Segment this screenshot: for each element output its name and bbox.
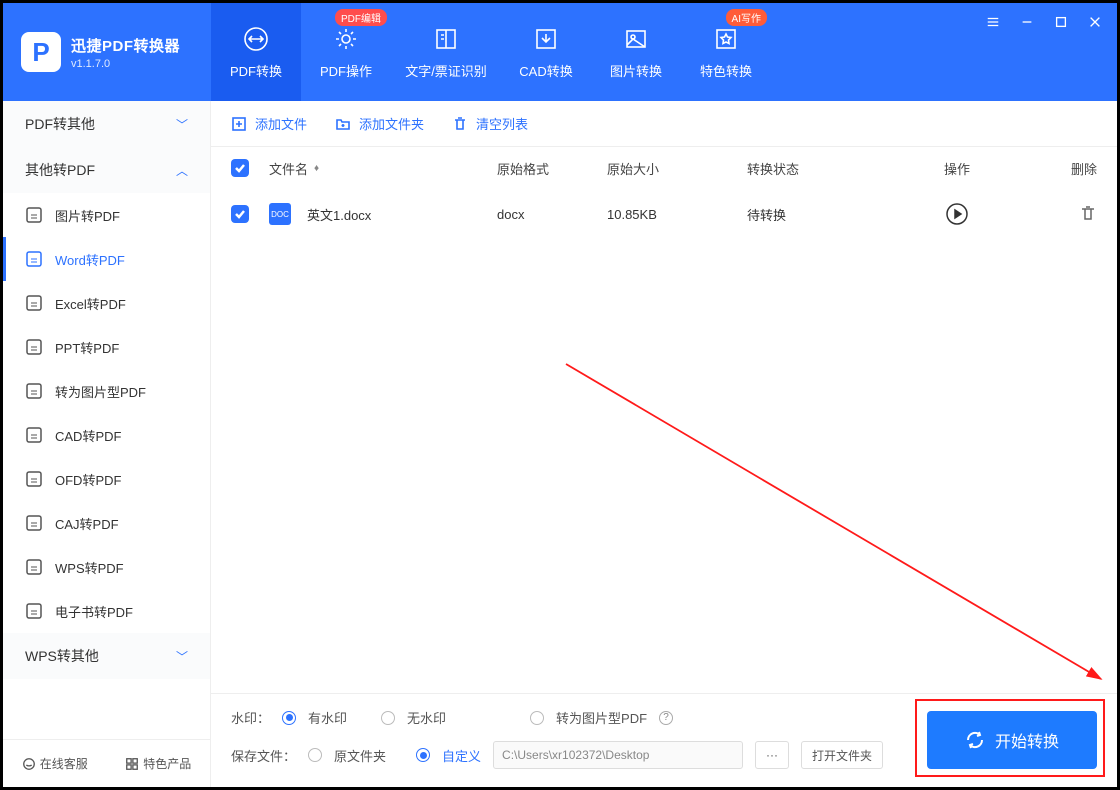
sort-icon: ♦ [314, 163, 319, 174]
close-button[interactable] [1079, 9, 1111, 35]
sidebar-item-cad[interactable]: CAD转PDF [3, 413, 210, 457]
tab-4[interactable]: 图片转换 [591, 3, 681, 101]
help-icon[interactable]: ? [659, 711, 673, 725]
book-icon [432, 25, 460, 53]
start-convert-button[interactable]: 开始转换 [927, 711, 1097, 769]
tab-0[interactable]: PDF转换 [211, 3, 301, 101]
tab-tag: AI写作 [726, 9, 767, 26]
image-icon [622, 25, 650, 53]
sidebar-item-ppt[interactable]: PPT转PDF [3, 325, 210, 369]
chevron-up-icon: ︿ [176, 162, 188, 179]
col-format: 原始格式 [497, 159, 607, 178]
table-row: DOC 英文1.docx docx 10.85KB 待转换 [211, 189, 1117, 239]
sidebar-footer: 在线客服 特色产品 [3, 739, 210, 787]
swap-icon [242, 25, 270, 53]
caj-icon [25, 514, 43, 532]
watermark-yes-radio[interactable] [282, 711, 296, 725]
orig-folder-radio[interactable] [308, 748, 322, 762]
watermark-no-radio[interactable] [381, 711, 395, 725]
maximize-button[interactable] [1045, 9, 1077, 35]
annotation-arrow [561, 359, 1120, 699]
minimize-button[interactable] [1011, 9, 1043, 35]
sidebar-item-wps[interactable]: WPS转PDF [3, 545, 210, 589]
featured-products-link[interactable]: 特色产品 [125, 755, 191, 772]
down-icon [532, 25, 560, 53]
save-label: 保存文件： [231, 746, 296, 765]
word-icon [25, 250, 43, 268]
file-size: 10.85KB [607, 207, 747, 222]
sidebar-item-ofd[interactable]: OFD转PDF [3, 457, 210, 501]
excel-icon [25, 294, 43, 312]
col-delete: 删除 [1037, 159, 1097, 178]
sidebar: PDF转其他﹀其他转PDF︿图片转PDFWord转PDFExcel转PDFPPT… [3, 101, 211, 787]
browse-button[interactable]: ··· [755, 741, 789, 769]
sidebar-item-caj[interactable]: CAJ转PDF [3, 501, 210, 545]
img-icon [25, 206, 43, 224]
delete-row-button[interactable] [1079, 210, 1097, 225]
tab-1[interactable]: PDF操作PDF编辑 [301, 3, 391, 101]
sidebar-section-0[interactable]: PDF转其他﹀ [3, 101, 210, 147]
tab-5[interactable]: 特色转换AI写作 [681, 3, 771, 101]
bottom-bar: 水印： 有水印 无水印 转为图片型PDF ? 保存文件： 原文件夹 [211, 693, 1117, 787]
main-panel: 添加文件 添加文件夹 清空列表 文件名 ♦ 原始格式 原始大小 转换状态 操作 … [211, 101, 1117, 787]
clear-list-button[interactable]: 清空列表 [452, 114, 528, 133]
sidebar-item-img[interactable]: 图片转PDF [3, 193, 210, 237]
col-operation: 操作 [877, 159, 1037, 178]
app-version: v1.1.7.0 [71, 58, 180, 70]
file-area [211, 239, 1117, 693]
chevron-down-icon: ﹀ [176, 648, 188, 665]
cad-icon [25, 426, 43, 444]
brand: P 迅捷PDF转换器 v1.1.7.0 [3, 3, 211, 101]
add-folder-button[interactable]: 添加文件夹 [335, 114, 424, 133]
tab-tag: PDF编辑 [335, 9, 387, 26]
file-name: 英文1.docx [307, 205, 371, 224]
sidebar-section-1[interactable]: 其他转PDF︿ [3, 147, 210, 193]
gear-icon [332, 25, 360, 53]
convert-row-button[interactable] [945, 202, 969, 226]
open-folder-button[interactable]: 打开文件夹 [801, 741, 883, 769]
image-pdf-radio[interactable] [530, 711, 544, 725]
file-status: 待转换 [747, 205, 877, 224]
window-controls [971, 3, 1117, 101]
sidebar-item-word[interactable]: Word转PDF [3, 237, 210, 281]
ebook-icon [25, 602, 43, 620]
star-icon [712, 25, 740, 53]
add-file-button[interactable]: 添加文件 [231, 114, 307, 133]
top-tabs: PDF转换PDF操作PDF编辑文字/票证识别CAD转换图片转换特色转换AI写作 [211, 3, 971, 101]
watermark-label: 水印： [231, 708, 270, 727]
save-path-input[interactable]: C:\Users\xr102372\Desktop [493, 741, 743, 769]
wps-icon [25, 558, 43, 576]
online-service-link[interactable]: 在线客服 [22, 755, 88, 772]
chevron-down-icon: ﹀ [176, 116, 188, 133]
file-format: docx [497, 207, 607, 222]
app-title: 迅捷PDF转换器 [71, 35, 180, 56]
col-filename[interactable]: 文件名 ♦ [269, 159, 497, 178]
docx-icon: DOC [269, 203, 291, 225]
ppt-icon [25, 338, 43, 356]
menu-button[interactable] [977, 9, 1009, 35]
ofd-icon [25, 470, 43, 488]
row-checkbox[interactable] [231, 205, 249, 223]
img-icon [25, 382, 43, 400]
app-header: P 迅捷PDF转换器 v1.1.7.0 PDF转换PDF操作PDF编辑文字/票证… [3, 3, 1117, 101]
select-all-checkbox[interactable] [231, 159, 249, 177]
sidebar-item-ebook[interactable]: 电子书转PDF [3, 589, 210, 633]
col-status: 转换状态 [747, 159, 877, 178]
table-header: 文件名 ♦ 原始格式 原始大小 转换状态 操作 删除 [211, 147, 1117, 189]
sidebar-item-excel[interactable]: Excel转PDF [3, 281, 210, 325]
tab-3[interactable]: CAD转换 [501, 3, 591, 101]
col-size: 原始大小 [607, 159, 747, 178]
file-toolbar: 添加文件 添加文件夹 清空列表 [211, 101, 1117, 147]
custom-folder-radio[interactable] [416, 748, 430, 762]
sidebar-item-img[interactable]: 转为图片型PDF [3, 369, 210, 413]
tab-2[interactable]: 文字/票证识别 [391, 3, 501, 101]
brand-logo-icon: P [21, 32, 61, 72]
sidebar-section-2[interactable]: WPS转其他﹀ [3, 633, 210, 679]
